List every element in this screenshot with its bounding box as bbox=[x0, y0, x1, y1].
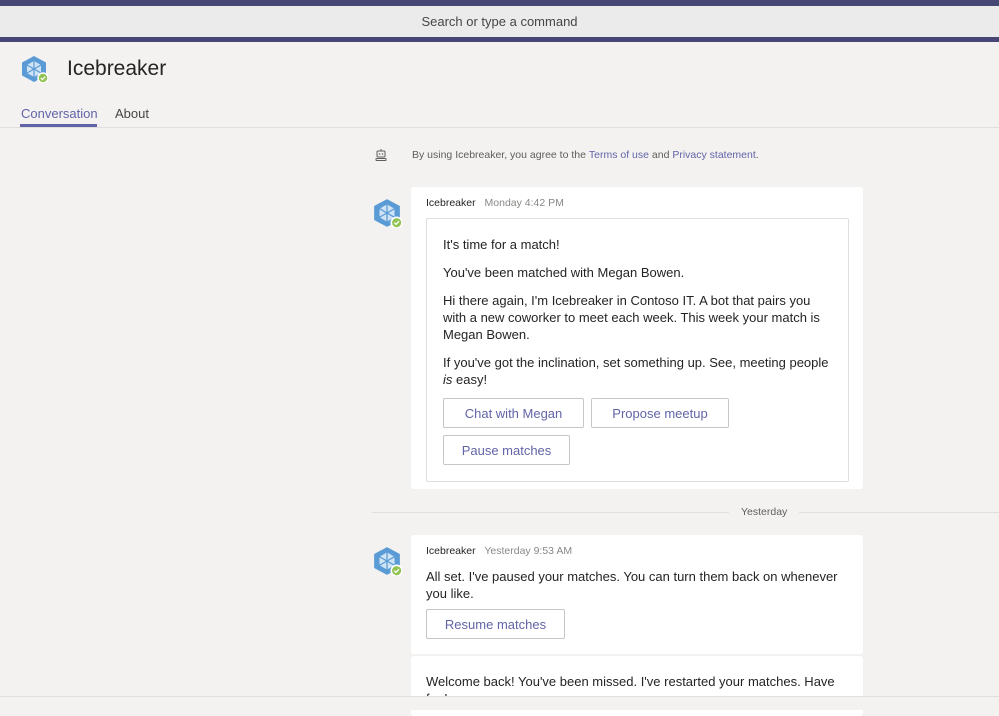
date-divider-line bbox=[372, 512, 999, 513]
search-input[interactable] bbox=[297, 13, 702, 30]
message-text: All set. I've paused your matches. You c… bbox=[426, 569, 838, 601]
notice-suffix: . bbox=[755, 149, 759, 161]
message-meta: Icebreaker Yesterday 9:53 AM bbox=[426, 545, 572, 557]
icebreaker-avatar-icon[interactable] bbox=[372, 198, 402, 228]
chat-with-megan-button[interactable]: Chat with Megan bbox=[443, 398, 584, 428]
tab-about[interactable]: About bbox=[115, 106, 149, 121]
message-timestamp: Monday 4:42 PM bbox=[484, 197, 564, 209]
terms-notice: By using Icebreaker, you agree to the Te… bbox=[374, 148, 759, 162]
card-title: It's time for a match! bbox=[443, 237, 560, 252]
sender-name: Icebreaker bbox=[426, 197, 476, 209]
pause-matches-button[interactable]: Pause matches bbox=[443, 435, 570, 465]
app-header bbox=[0, 42, 999, 128]
message-match: Icebreaker Monday 4:42 PM It's time for … bbox=[411, 187, 863, 489]
privacy-statement-link[interactable]: Privacy statement bbox=[672, 149, 755, 161]
notice-middle: and bbox=[648, 149, 673, 161]
resume-matches-button[interactable]: Resume matches bbox=[426, 609, 565, 639]
propose-meetup-button[interactable]: Propose meetup bbox=[591, 398, 729, 428]
card-tip-emphasis: is bbox=[443, 372, 453, 387]
message-timestamp: Yesterday 9:53 AM bbox=[484, 545, 573, 557]
card-tip-text: If you've got the inclination, set somet… bbox=[443, 354, 833, 388]
terms-of-use-link[interactable]: Terms of use bbox=[589, 149, 649, 161]
card-tip-end: easy! bbox=[452, 372, 488, 387]
app-title: Icebreaker bbox=[67, 57, 167, 80]
bot-icon bbox=[375, 149, 387, 161]
message-paused: Icebreaker Yesterday 9:53 AM All set. I'… bbox=[411, 535, 863, 654]
active-tab-indicator bbox=[20, 124, 97, 127]
date-divider-label: Yesterday bbox=[729, 506, 800, 518]
icebreaker-logo-icon bbox=[22, 56, 48, 83]
compose-area-edge bbox=[0, 696, 999, 710]
icebreaker-avatar-icon[interactable] bbox=[372, 546, 402, 576]
adaptive-card: It's time for a match! You've been match… bbox=[426, 218, 849, 482]
tab-conversation[interactable]: Conversation bbox=[21, 106, 98, 121]
message-meta: Icebreaker Monday 4:42 PM bbox=[426, 197, 564, 209]
sender-name: Icebreaker bbox=[426, 545, 476, 557]
notice-prefix: By using Icebreaker, you agree to the bbox=[412, 149, 589, 161]
card-tip-start: If you've got the inclination, set somet… bbox=[443, 355, 829, 370]
card-match-line: You've been matched with Megan Bowen. bbox=[443, 265, 685, 280]
command-bar bbox=[0, 6, 999, 37]
card-intro-text: Hi there again, I'm Icebreaker in Contos… bbox=[443, 293, 820, 342]
